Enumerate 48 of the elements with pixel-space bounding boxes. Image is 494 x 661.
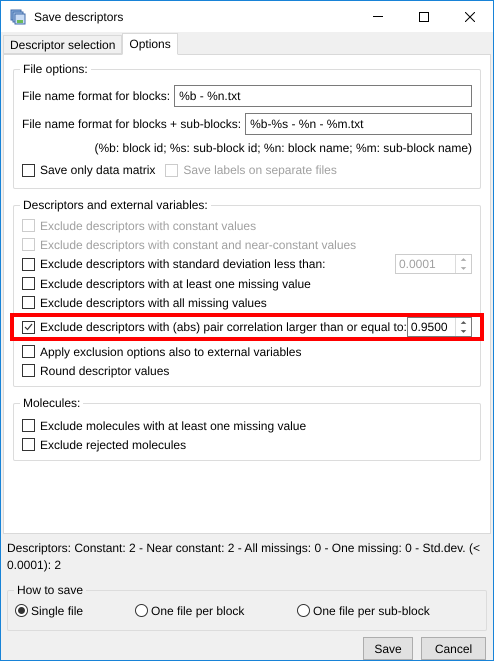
checkbox[interactable] [22,438,35,451]
checkbox[interactable] [22,419,35,432]
checkbox-label: Exclude molecules with at least one missing value [40,418,306,434]
checkmark-icon [24,323,33,331]
radio-button[interactable] [15,604,28,617]
checkbox[interactable] [22,296,35,309]
checkbox[interactable] [22,258,35,270]
radio-label: One file per block [151,602,244,620]
tab[interactable]: Descriptor selection [3,35,122,54]
minimize-icon [373,16,383,17]
checkbox[interactable] [22,164,35,176]
checkbox-label: Save labels on separate files [183,162,337,179]
checkbox-label: Exclude descriptors with (abs) pair correlation larger than or equal to: [40,319,407,336]
checkbox-label: Apply exclusion options also to external variables [40,344,302,360]
checkbox-label: Round descriptor values [40,362,170,380]
checkbox-label: Exclude descriptors with constant and near-constant values [40,236,356,254]
tab[interactable]: Options [122,33,178,55]
field-label: File name format for blocks: [22,88,170,105]
checkbox-label: Exclude descriptors with at least one missing value [40,276,311,292]
radio-button[interactable] [135,604,148,617]
radio-label: One file per sub-block [313,602,430,620]
checkbox-label: Exclude descriptors with all missing values [40,294,267,312]
group-title: Descriptors and external variables: [20,197,211,213]
checkbox-label: Exclude descriptors with standard deviation less than: [40,256,326,273]
format-hint: (%b: block id; %s: sub-block id; %n: block name; %m: sub-block name) [94,140,472,157]
text-field[interactable]: %b-%s - %n - %m.txt [245,113,472,135]
window-title: Save descriptors [34,8,124,26]
spin-value: 0.0001 [398,256,437,273]
maximize-icon [419,12,429,22]
radio-label: Single file [31,602,84,620]
text-field[interactable]: %b - %n.txt [174,85,472,107]
group-title: File options: [20,61,91,77]
dialog-button[interactable]: Cancel [421,637,486,660]
status-text: Descriptors: Constant: 2 - Near constant: 2 - All missings: 0 - One missing: 0 - Std.dev. (< 0.0001): 2 [6,540,481,574]
checkbox[interactable] [22,277,35,290]
spin-field[interactable]: 0.9500 [406,317,472,337]
checkbox-label: Save only data matrix [40,162,156,179]
checkbox[interactable] [22,364,35,377]
checkbox-label: Exclude descriptors with constant values [40,218,256,234]
field-label: File name format for blocks + sub-blocks: [22,116,242,133]
checkbox-label: Exclude rejected molecules [40,436,186,454]
disk-stack-icon [10,8,26,24]
radio-button[interactable] [297,604,310,617]
checkbox[interactable] [22,320,35,334]
checkbox[interactable] [22,345,35,358]
dialog-button[interactable]: Save [363,637,413,660]
spin-value: 0.9500 [410,319,449,336]
close-icon [465,12,475,22]
